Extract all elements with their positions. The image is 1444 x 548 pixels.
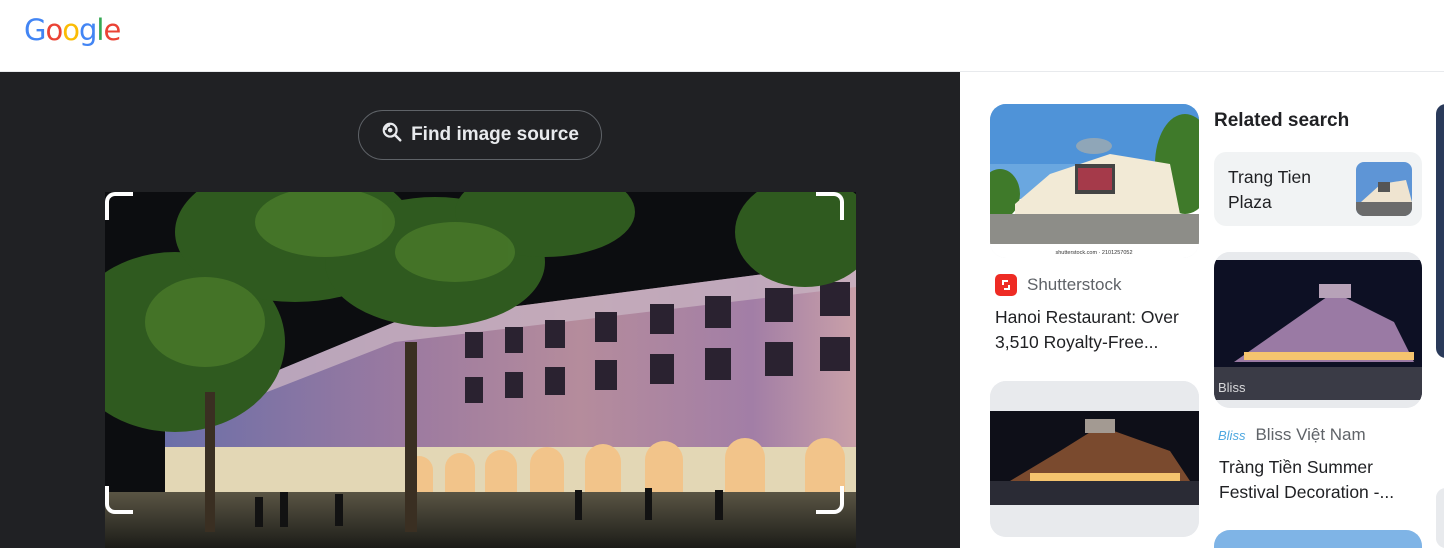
google-logo[interactable]: Google (24, 13, 121, 47)
query-image-pane: Find image source (0, 72, 960, 548)
result-source-shutterstock[interactable]: Shutterstock (995, 274, 1122, 296)
query-photo[interactable] (105, 192, 856, 548)
find-image-source-label: Find image source (411, 124, 579, 145)
logo-letter: o (45, 13, 63, 47)
result-source-bliss[interactable]: Bliss Bliss Việt Nam (1218, 425, 1366, 445)
related-search-heading: Related search (1214, 110, 1350, 131)
result-title-bliss[interactable]: Tràng Tiền Summer Festival Decoration -.… (1219, 455, 1419, 505)
find-image-source-button[interactable]: Find image source (358, 110, 602, 160)
crop-handle-bottom-right[interactable] (816, 486, 844, 514)
chip-line: Trang Tien (1228, 167, 1312, 187)
result-image-night[interactable] (990, 381, 1199, 537)
crop-handle-top-right[interactable] (816, 192, 844, 220)
crop-handle-top-left[interactable] (105, 192, 133, 220)
watermark-text: Bliss (1218, 380, 1246, 395)
top-bar: Google (0, 0, 1444, 72)
result-image-partial[interactable] (1214, 530, 1422, 548)
result-image-cutoff[interactable] (1436, 104, 1444, 358)
result-source-name: Bliss Việt Nam (1255, 425, 1366, 444)
logo-letter: g (78, 13, 97, 47)
result-title-line: 3,510 Royalty-Free... (995, 332, 1159, 352)
logo-letter: e (103, 13, 121, 47)
watermark-text: shutterstock.com · 2101257052 (1055, 250, 1132, 256)
logo-letter: l (96, 13, 104, 47)
shutterstock-icon (995, 274, 1017, 296)
lens-search-icon (381, 121, 403, 149)
result-image-shutterstock[interactable]: shutterstock.com · 2101257052 (990, 104, 1199, 258)
result-source-name: Shutterstock (1027, 275, 1122, 294)
result-title-shutterstock[interactable]: Hanoi Restaurant: Over 3,510 Royalty-Fre… (995, 305, 1205, 355)
result-title-line: Hanoi Restaurant: Over (995, 307, 1179, 327)
related-search-chip[interactable]: Trang Tien Plaza (1214, 152, 1422, 226)
chip-line: Plaza (1228, 192, 1272, 212)
related-search-thumbnail (1356, 162, 1412, 216)
bliss-logo-icon: Bliss (1218, 427, 1246, 443)
result-image-cutoff-2[interactable] (1436, 488, 1444, 548)
logo-letter: o (62, 13, 80, 47)
result-title-line: Festival Decoration -... (1219, 482, 1395, 502)
logo-letter: G (24, 13, 47, 47)
result-title-line: Tràng Tiền Summer (1219, 457, 1373, 477)
crop-handle-bottom-left[interactable] (105, 486, 133, 514)
result-image-bliss[interactable]: Bliss (1214, 252, 1422, 408)
related-search-label: Trang Tien Plaza (1228, 165, 1338, 215)
results-pane: shutterstock.com · 2101257052 Shuttersto… (960, 72, 1444, 548)
